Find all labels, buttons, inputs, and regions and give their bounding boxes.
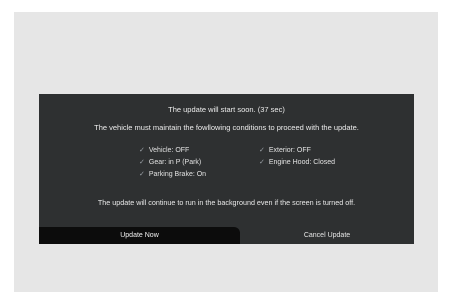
condition-exterior: ✓ Exterior: OFF — [259, 146, 311, 154]
condition-label: Gear: in P (Park) — [148, 159, 202, 166]
screen-background: The update will start soon. (37 sec) The… — [14, 12, 438, 292]
dialog-actions: Update Now Cancel Update — [39, 227, 414, 244]
condition-label: Vehicle: OFF — [148, 147, 190, 154]
dialog-subtitle: The vehicle must maintain the fowllowing… — [94, 123, 359, 132]
condition-label: Engine Hood: Closed — [268, 159, 336, 166]
background-note: The update will continue to run in the b… — [97, 198, 356, 207]
checkmark-icon: ✓ — [259, 159, 265, 166]
condition-parking-brake: ✓ Parking Brake: On — [139, 170, 206, 178]
checkmark-icon: ✓ — [139, 159, 145, 166]
update-now-button[interactable]: Update Now — [39, 227, 240, 244]
condition-label: Exterior: OFF — [268, 147, 311, 154]
condition-gear: ✓ Gear: in P (Park) — [139, 158, 201, 166]
conditions-list: ✓ Vehicle: OFF ✓ Gear: in P (Park) ✓ Parkin… — [139, 146, 379, 182]
checkmark-icon: ✓ — [259, 147, 265, 154]
checkmark-icon: ✓ — [139, 147, 145, 154]
cancel-update-button[interactable]: Cancel Update — [240, 227, 414, 244]
condition-engine-hood: ✓ Engine Hood: Closed — [259, 158, 335, 166]
update-dialog: The update will start soon. (37 sec) The… — [39, 94, 414, 244]
condition-vehicle: ✓ Vehicle: OFF — [139, 146, 189, 154]
dialog-title: The update will start soon. (37 sec) — [168, 105, 285, 114]
checkmark-icon: ✓ — [139, 171, 145, 178]
condition-label: Parking Brake: On — [148, 171, 207, 178]
